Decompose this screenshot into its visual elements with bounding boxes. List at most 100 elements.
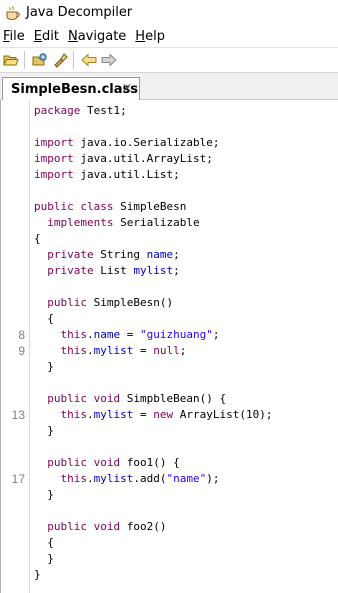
tab-strip: SimpleBesn.class × bbox=[0, 73, 338, 101]
field-token: name bbox=[93, 328, 121, 341]
keyword-token: public bbox=[47, 520, 87, 533]
forward-arrow-icon bbox=[101, 53, 117, 67]
window-title: Java Decompiler bbox=[26, 5, 133, 20]
code-token: ArrayList(10); bbox=[173, 408, 273, 421]
menu-help[interactable]: Help bbox=[131, 29, 170, 44]
code-line: public class SimpleBesn bbox=[34, 199, 338, 215]
code-line: 9 this.mylist = null; bbox=[18, 343, 338, 359]
code-line: { bbox=[34, 231, 338, 247]
code-token: SimpbleBean() { bbox=[120, 392, 227, 405]
flashlight-icon bbox=[54, 53, 68, 68]
field-token: mylist bbox=[93, 408, 134, 421]
keyword-token: package bbox=[34, 104, 81, 117]
keyword-token: class bbox=[80, 200, 114, 213]
close-icon[interactable]: × bbox=[120, 82, 134, 96]
code-token: . bbox=[87, 472, 94, 485]
menu-edit-mnemonic: E bbox=[33, 28, 42, 44]
code-editor[interactable]: package Test1; import java.io.Serializabl… bbox=[0, 100, 338, 593]
code-line: import java.io.Serializable; bbox=[34, 135, 338, 151]
code-token: ; bbox=[212, 328, 220, 341]
keyword-token: public bbox=[47, 296, 87, 309]
field-token: name bbox=[146, 248, 174, 261]
code-token: ); bbox=[206, 472, 220, 485]
code-token: foo2() bbox=[120, 520, 167, 533]
keyword-token: import bbox=[34, 136, 74, 149]
keyword-token: void bbox=[93, 520, 121, 533]
code-line: public SimpleBesn() bbox=[34, 295, 338, 311]
tab-label: SimpleBesn.class bbox=[11, 82, 139, 97]
string-token: "name" bbox=[166, 472, 207, 485]
code-token: Test1; bbox=[80, 104, 127, 117]
code-token: foo1() { bbox=[120, 456, 180, 469]
code-line: private String name; bbox=[34, 247, 338, 263]
code-line: } bbox=[34, 487, 338, 503]
code-line: 8 this.name = "guizhuang"; bbox=[18, 327, 338, 343]
keyword-token: public bbox=[47, 392, 87, 405]
back-arrow-icon bbox=[81, 53, 97, 67]
menu-edit-label: dit bbox=[42, 28, 59, 44]
code-line: { bbox=[34, 311, 338, 327]
code-token: java.util.ArrayList; bbox=[73, 152, 213, 165]
open-folder-icon bbox=[3, 55, 19, 66]
code-line: public void foo1() { bbox=[34, 455, 338, 471]
keyword-token: import bbox=[34, 152, 74, 165]
open-file-button[interactable] bbox=[2, 51, 20, 69]
search-button[interactable] bbox=[51, 51, 69, 69]
title-bar: Java Decompiler bbox=[0, 0, 338, 25]
menu-file-label: ile bbox=[9, 28, 25, 44]
code-line: import java.util.ArrayList; bbox=[34, 151, 338, 167]
code-line: public void foo2() bbox=[34, 519, 338, 535]
folder-search-icon bbox=[32, 53, 47, 66]
keyword-token: private bbox=[47, 264, 94, 277]
menu-navigate-label: avigate bbox=[77, 28, 127, 44]
keyword-token: this bbox=[60, 408, 88, 421]
keyword-token: public bbox=[47, 456, 87, 469]
back-button[interactable] bbox=[80, 51, 98, 69]
code-line: { bbox=[34, 535, 338, 551]
code-token: } bbox=[34, 424, 54, 437]
open-type-button[interactable] bbox=[31, 51, 49, 69]
field-token: mylist bbox=[93, 344, 134, 357]
field-token: mylist bbox=[93, 472, 134, 485]
code-line: } bbox=[34, 359, 338, 375]
code-line: 13 this.mylist = new ArrayList(10); bbox=[12, 407, 338, 423]
field-token: mylist bbox=[133, 264, 174, 277]
code-token: ; bbox=[173, 264, 180, 277]
code-token: = bbox=[133, 408, 154, 421]
code-token: java.io.Serializable; bbox=[73, 136, 220, 149]
toolbar bbox=[0, 47, 338, 73]
code-token: String bbox=[93, 248, 147, 261]
code-token: } bbox=[34, 552, 54, 565]
keyword-token: new bbox=[153, 408, 174, 421]
code-line: package Test1; bbox=[34, 103, 338, 119]
code-token: = bbox=[133, 344, 154, 357]
keyword-token: void bbox=[93, 456, 121, 469]
tab-simplebesn-class[interactable]: SimpleBesn.class × bbox=[2, 77, 140, 101]
menu-bar: File Edit Navigate Help bbox=[0, 25, 338, 47]
code-token: . bbox=[87, 328, 94, 341]
code-token: .add( bbox=[133, 472, 167, 485]
menu-edit[interactable]: Edit bbox=[30, 29, 64, 44]
code-token: . bbox=[87, 408, 94, 421]
code-token: { bbox=[34, 536, 54, 549]
code-line: import java.util.List; bbox=[34, 167, 338, 183]
menu-navigate[interactable]: Navigate bbox=[64, 29, 131, 44]
toolbar-separator bbox=[73, 51, 74, 69]
menu-file[interactable]: File bbox=[0, 29, 30, 44]
forward-button[interactable] bbox=[100, 51, 118, 69]
keyword-token: public bbox=[34, 200, 74, 213]
code-token: ; bbox=[179, 344, 187, 357]
code-token: { bbox=[34, 312, 54, 325]
code-token: } bbox=[34, 360, 54, 373]
coffee-cup-icon bbox=[5, 5, 21, 21]
code-line: } bbox=[34, 423, 338, 439]
